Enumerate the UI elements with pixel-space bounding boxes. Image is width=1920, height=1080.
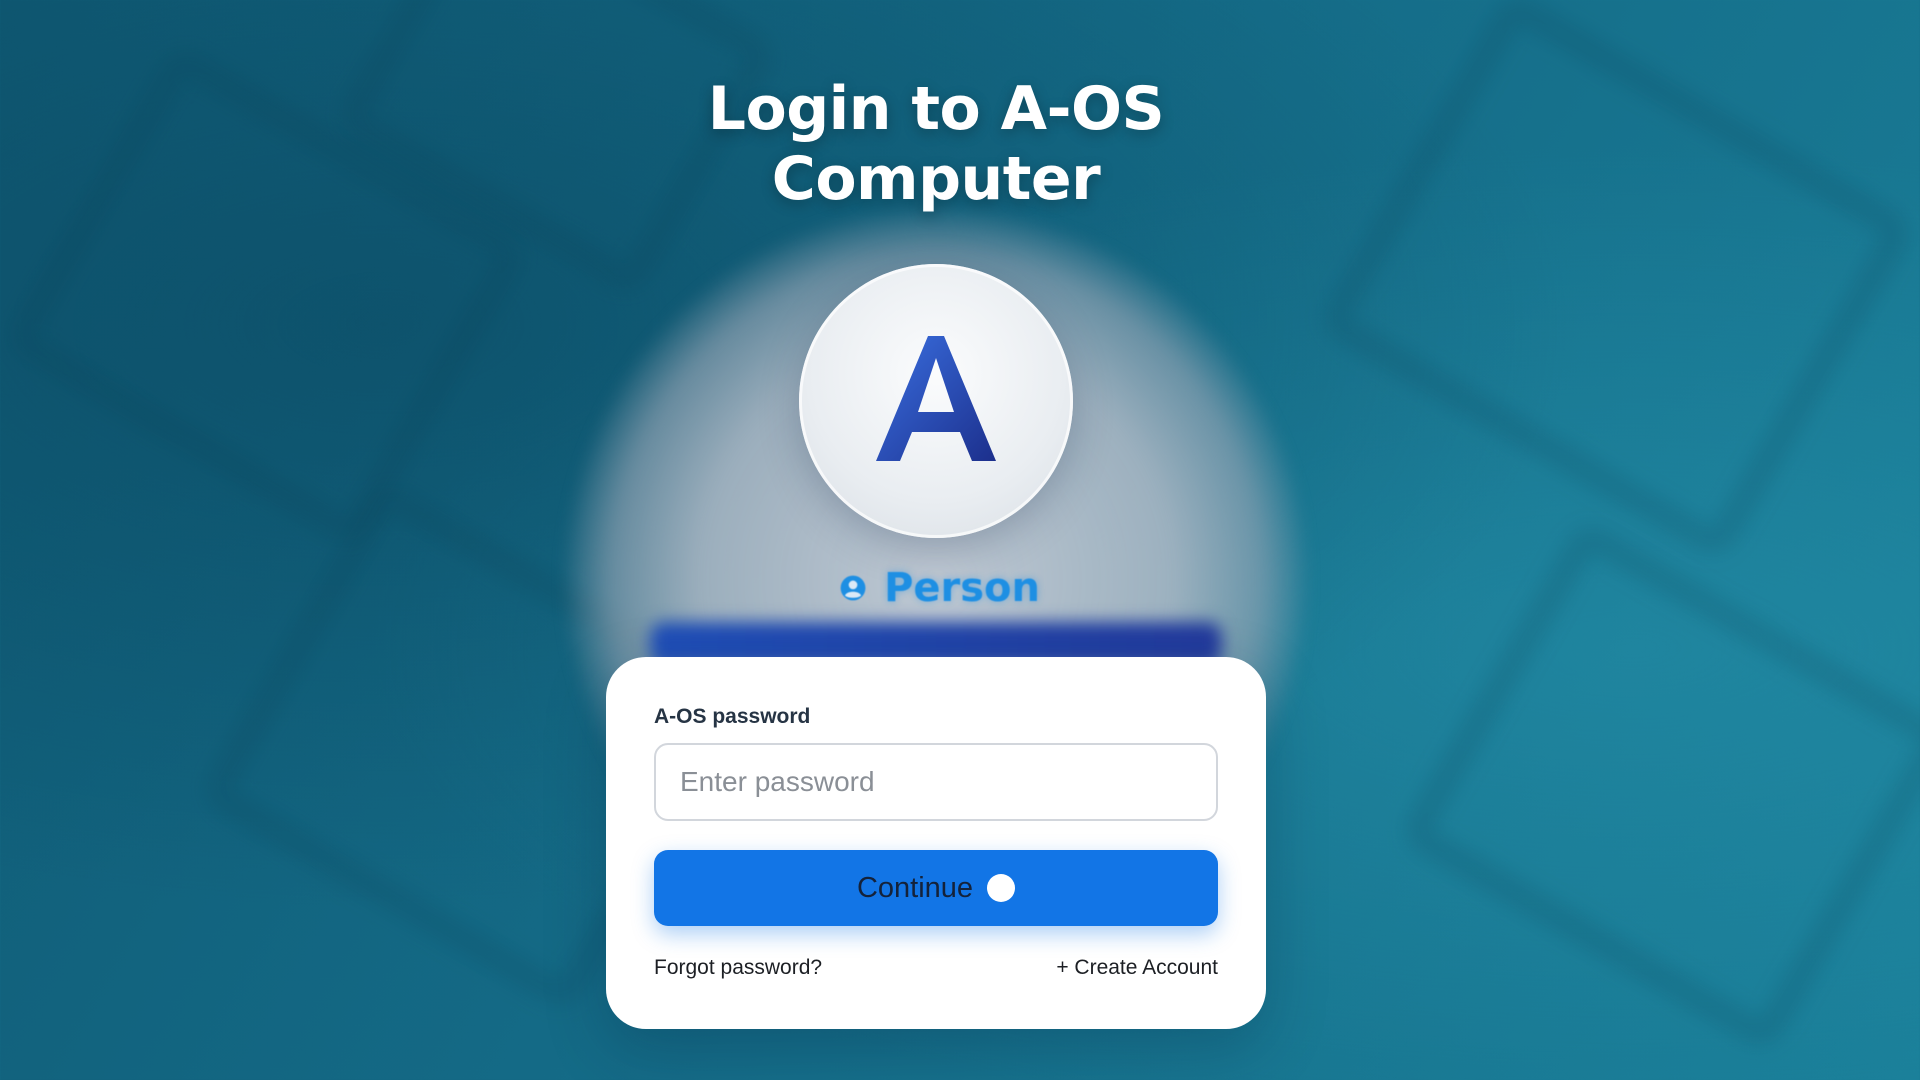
page-title-line1: Login to A-OS xyxy=(707,74,1165,144)
user-account: Person xyxy=(840,562,1040,614)
os-logo xyxy=(799,264,1073,538)
background-shape xyxy=(1313,0,1919,564)
page-title-line2: Computer xyxy=(771,144,1101,214)
a-logo-icon xyxy=(876,336,996,461)
continue-button-label: Continue xyxy=(856,871,974,904)
continue-button[interactable]: Continue xyxy=(654,850,1218,926)
password-label: A-OS password xyxy=(654,705,811,728)
user-name: Person xyxy=(884,565,1040,611)
create-account-link[interactable]: + Create Account xyxy=(1056,956,1218,980)
forgot-password-link[interactable]: Forgot password? xyxy=(654,956,822,980)
password-input[interactable] xyxy=(654,743,1218,821)
page-title: Login to A-OS Computer xyxy=(560,74,1312,214)
background-shape xyxy=(1395,516,1920,1056)
user-circle-icon xyxy=(840,575,866,601)
loading-dot-icon xyxy=(987,874,1016,902)
login-card: A-OS password Continue Forgot password? … xyxy=(606,657,1266,1029)
